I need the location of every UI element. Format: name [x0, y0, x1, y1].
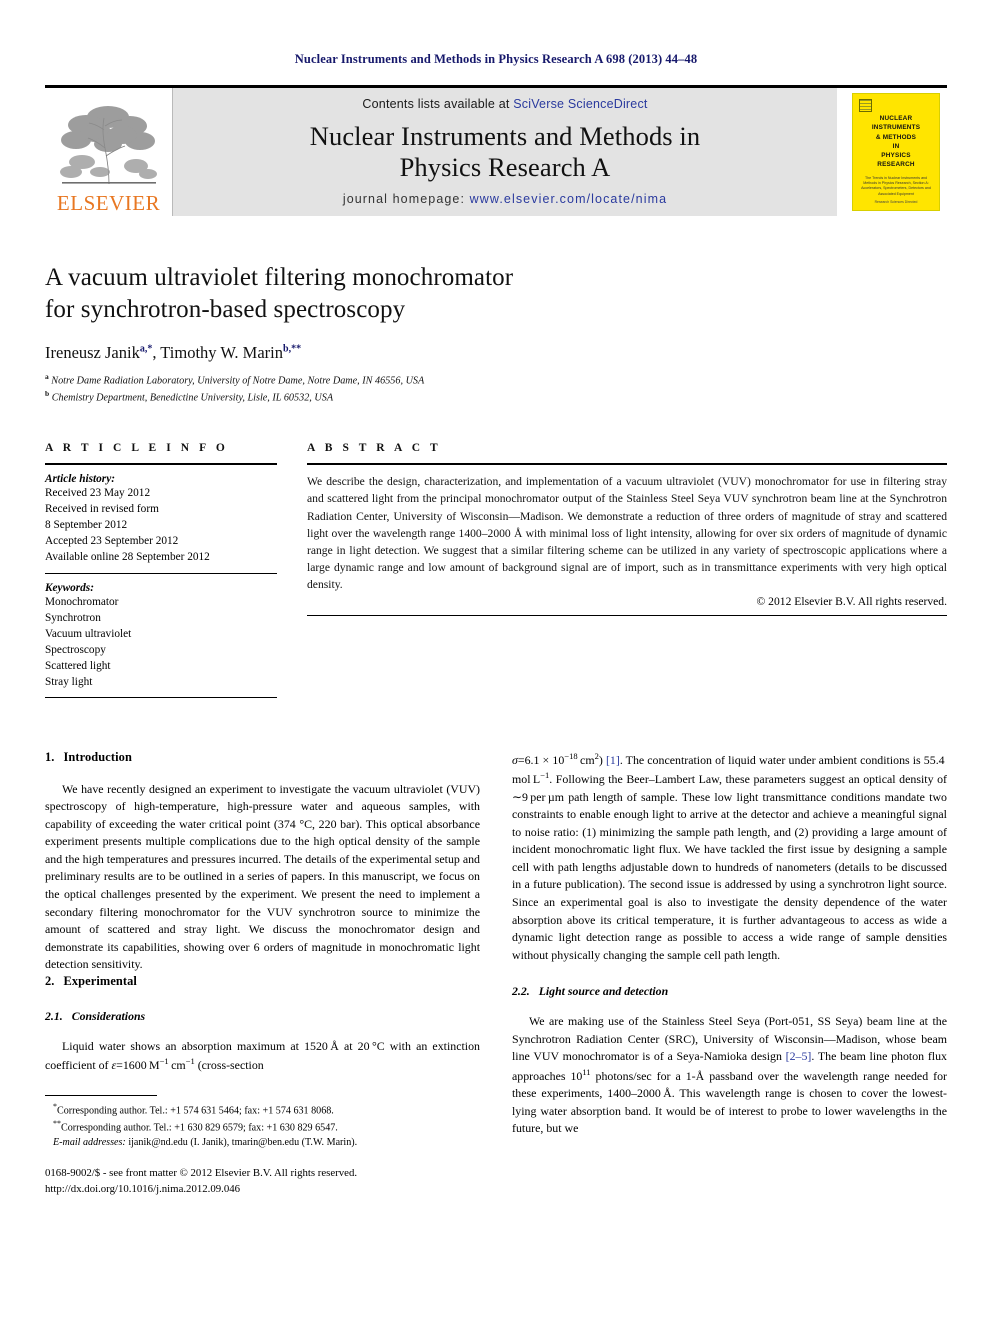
keyword-item: Synchrotron: [45, 611, 101, 624]
article-info-column: A R T I C L E I N F O Article history: R…: [45, 442, 277, 705]
history-item: 8 September 2012: [45, 519, 128, 532]
footnote-text: Corresponding author. Tel.: +1 630 829 6…: [61, 1122, 338, 1134]
elsevier-wordmark: ELSEVIER: [56, 191, 161, 215]
cover-footer: Research Sciences Directed: [874, 200, 918, 204]
masthead-center: Contents lists available at SciVerse Sci…: [173, 88, 837, 216]
article-info-heading: A R T I C L E I N F O: [45, 442, 229, 455]
cover-image: NUCLEAR INSTRUMENTS & METHODS IN PHYSICS…: [852, 93, 940, 211]
paragraph-considerations-continued: σ=6.1 × 10−18 cm2) [1]. The concentratio…: [512, 750, 947, 962]
email-label: E-mail addresses:: [53, 1137, 126, 1149]
article-history-label: Article history:: [45, 473, 115, 486]
info-abstract-block: A R T I C L E I N F O Article history: R…: [45, 442, 947, 705]
keyword-item: Scattered light: [45, 659, 111, 672]
abstract-text: We describe the design, characterization…: [307, 475, 947, 591]
cover-publisher-mark-icon: [859, 99, 872, 112]
footnote-corresponding-author-1: *Corresponding author. Tel.: +1 574 631 …: [45, 1101, 480, 1119]
history-item: Available online 28 September 2012: [45, 551, 210, 564]
subsection-heading-considerations: 2.1. Considerations: [45, 1009, 480, 1024]
journal-homepage-line: journal homepage: www.elsevier.com/locat…: [343, 192, 667, 206]
footnotes-block: *Corresponding author. Tel.: +1 574 631 …: [45, 1094, 480, 1197]
contents-prefix: Contents lists available at: [362, 97, 514, 111]
running-head: Nuclear Instruments and Methods in Physi…: [294, 52, 698, 66]
journal-title: Nuclear Instruments and Methods in Physi…: [310, 121, 701, 181]
keywords-rule: [45, 572, 277, 574]
history-item: Received 23 May 2012: [45, 487, 151, 500]
cover-title-line-3: IN: [892, 142, 900, 150]
cover-subtitle: The Trends in Nuclear Instruments and Me…: [861, 175, 931, 196]
cover-title-line-5: RESEARCH: [877, 161, 915, 169]
affiliation-b: b Chemistry Department, Benedictine Univ…: [45, 389, 947, 406]
body-column-left: 1. Introduction We have recently designed…: [45, 750, 480, 1197]
footnote-corresponding-author-2: **Corresponding author. Tel.: +1 630 829…: [45, 1118, 480, 1136]
body-columns: 1. Introduction We have recently designed…: [45, 750, 947, 1197]
title-block: A vacuum ultraviolet filtering monochrom…: [45, 262, 947, 406]
keyword-item: Stray light: [45, 675, 93, 688]
sciencedirect-link[interactable]: SciVerse ScienceDirect: [513, 97, 647, 111]
cover-title-line-2: & METHODS: [875, 133, 917, 141]
citation-ref-1[interactable]: [1]: [606, 753, 620, 767]
cover-title-line-1: INSTRUMENTS: [871, 124, 921, 132]
imprint-block: 0168-9002/$ - see front matter © 2012 El…: [45, 1166, 480, 1197]
keywords-label: Keywords:: [45, 581, 94, 594]
keywords-bottom-rule: [45, 696, 277, 698]
abstract-rule: [307, 463, 947, 466]
section-heading-experimental: 2. Experimental: [45, 974, 480, 989]
footnote-marker: **: [53, 1119, 61, 1129]
journal-cover-thumbnail: NUCLEAR INSTRUMENTS & METHODS IN PHYSICS…: [837, 88, 947, 216]
section-title: Experimental: [63, 973, 137, 988]
contents-lists-line: Contents lists available at SciVerse Sci…: [362, 97, 647, 111]
doi-link[interactable]: http://dx.doi.org/10.1016/j.nima.2012.09…: [45, 1182, 480, 1197]
page-title: A vacuum ultraviolet filtering monochrom…: [45, 262, 947, 325]
subsection-title: Considerations: [71, 1008, 146, 1023]
abstract-column: A B S T R A C T We describe the design, …: [307, 442, 947, 705]
journal-title-line2: Physics Research A: [399, 151, 611, 182]
journal-title-line1: Nuclear Instruments and Methods in: [309, 121, 701, 152]
article-title-line2: for synchrotron-based spectroscopy: [45, 295, 406, 323]
subsection-title: Light source and detection: [538, 984, 669, 999]
email-text[interactable]: ijanik@nd.edu (I. Janik), tmarin@ben.edu…: [128, 1137, 357, 1148]
section-heading-introduction: 1. Introduction: [45, 750, 480, 765]
subsection-number: 2.1.: [45, 1008, 63, 1023]
keyword-item: Vacuum ultraviolet: [45, 627, 132, 640]
elsevier-logo: ELSEVIER: [45, 88, 173, 216]
elsevier-tree-icon: [56, 100, 162, 192]
abstract-heading: A B S T R A C T: [307, 442, 442, 455]
journal-homepage-link[interactable]: www.elsevier.com/locate/nima: [470, 192, 668, 206]
keyword-item: Monochromator: [45, 595, 119, 608]
affiliation-b-text: Chemistry Department, Benedictine Univer…: [51, 392, 334, 404]
article-page: Nuclear Instruments and Methods in Physi…: [0, 0, 992, 1323]
section-number: 1.: [45, 749, 55, 764]
homepage-prefix: journal homepage:: [342, 192, 470, 206]
abstract-copyright: © 2012 Elsevier B.V. All rights reserved…: [756, 595, 947, 608]
affiliation-a-text: Notre Dame Radiation Laboratory, Univers…: [51, 375, 425, 387]
abstract-bottom-rule: [307, 615, 947, 616]
author-list: Ireneusz Janika,*, Timothy W. Marinb,**: [45, 343, 302, 362]
imprint-line-1: 0168-9002/$ - see front matter © 2012 El…: [45, 1167, 358, 1180]
article-info-rule: [45, 463, 277, 466]
citation-ref-2-5[interactable]: [2–5]: [786, 1049, 812, 1063]
footnote-email-addresses: E-mail addresses: ijanik@nd.edu (I. Jani…: [45, 1136, 480, 1150]
subsection-heading-light-source: 2.2. Light source and detection: [512, 984, 947, 999]
keyword-item: Spectroscopy: [45, 643, 106, 656]
footnote-text: Corresponding author. Tel.: +1 574 631 5…: [57, 1105, 334, 1117]
paragraph-introduction: We have recently designed an experiment …: [45, 781, 480, 972]
section-title: Introduction: [63, 749, 132, 764]
paragraph-light-source: We are making use of the Stainless Steel…: [512, 1014, 947, 1136]
affiliation-a-marker: a: [45, 372, 49, 381]
cover-title: NUCLEAR INSTRUMENTS & METHODS IN PHYSICS…: [872, 114, 920, 170]
affiliation-a: a Notre Dame Radiation Laboratory, Unive…: [45, 372, 947, 389]
body-column-right: σ=6.1 × 10−18 cm2) [1]. The concentratio…: [512, 750, 947, 1197]
article-title-line1: A vacuum ultraviolet filtering monochrom…: [45, 264, 514, 291]
journal-masthead: ELSEVIER Contents lists available at Sci…: [45, 85, 947, 216]
paragraph-considerations: Liquid water shows an absorption maximum…: [45, 1038, 480, 1073]
history-item: Accepted 23 September 2012: [45, 535, 179, 548]
history-item: Received in revised form: [45, 503, 159, 516]
cover-title-line-0: NUCLEAR: [879, 115, 913, 122]
cover-title-line-4: PHYSICS: [881, 152, 911, 160]
affiliation-b-marker: b: [45, 389, 50, 399]
section-number: 2.: [45, 973, 55, 988]
subsection-number: 2.2.: [512, 984, 530, 999]
footnote-rule: [45, 1094, 157, 1096]
affiliations: a Notre Dame Radiation Laboratory, Unive…: [45, 372, 947, 406]
